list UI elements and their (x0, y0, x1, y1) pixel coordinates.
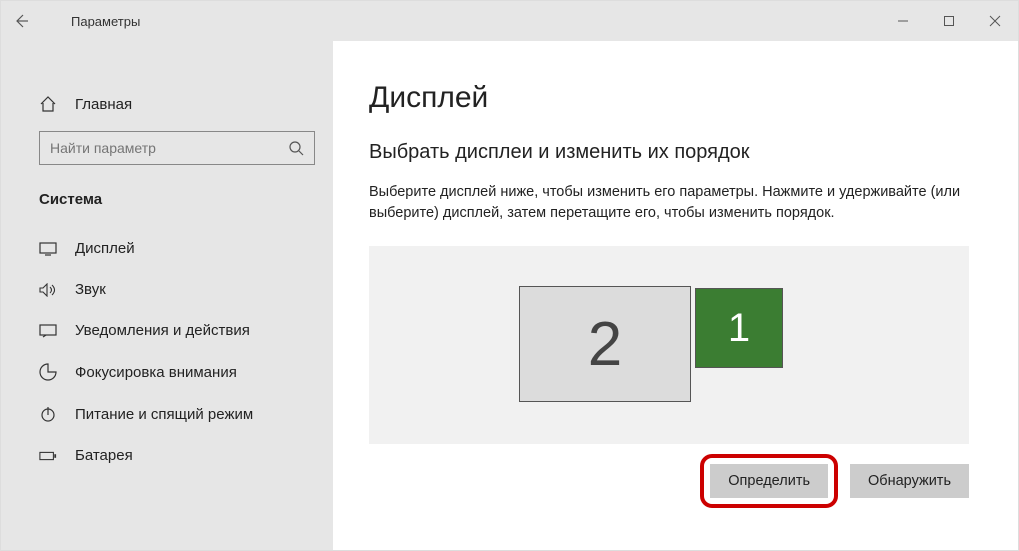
search-icon (288, 140, 304, 156)
minimize-icon (897, 15, 909, 27)
nav-label: Батарея (75, 447, 133, 464)
sidebar: Главная Система Дисплей Звук (1, 41, 333, 550)
arrow-left-icon (13, 13, 29, 29)
nav-label: Дисплей (75, 240, 135, 257)
highlight-annotation: Определить (700, 454, 838, 508)
nav-item-focus[interactable]: Фокусировка внимания (1, 351, 333, 393)
nav-item-battery[interactable]: Батарея (1, 435, 333, 476)
settings-window: Параметры Главная Си (0, 0, 1019, 551)
nav-item-power[interactable]: Питание и спящий режим (1, 393, 333, 435)
home-icon (39, 95, 57, 113)
nav-list: Дисплей Звук Уведомления и действия Фоку… (1, 228, 333, 476)
close-button[interactable] (972, 1, 1018, 41)
nav-label: Фокусировка внимания (75, 364, 237, 381)
nav-label: Уведомления и действия (75, 322, 250, 339)
detect-button[interactable]: Обнаружить (850, 464, 969, 498)
nav-item-notifications[interactable]: Уведомления и действия (1, 310, 333, 351)
focus-icon (39, 363, 57, 381)
monitor-1[interactable]: 1 (695, 288, 783, 368)
nav-label: Звук (75, 281, 106, 298)
section-label: Система (1, 173, 333, 218)
maximize-icon (943, 15, 955, 27)
maximize-button[interactable] (926, 1, 972, 41)
home-link[interactable]: Главная (1, 85, 333, 123)
display-icon (39, 242, 57, 256)
home-label: Главная (75, 96, 132, 113)
main-content: Дисплей Выбрать дисплеи и изменить их по… (333, 41, 1018, 550)
power-icon (39, 405, 57, 423)
monitor-2[interactable]: 2 (519, 286, 691, 402)
page-subheading: Выбрать дисплеи и изменить их порядок (369, 141, 982, 164)
minimize-button[interactable] (880, 1, 926, 41)
back-button[interactable] (1, 1, 41, 41)
nav-item-sound[interactable]: Звук (1, 269, 333, 310)
nav-label: Питание и спящий режим (75, 406, 253, 423)
display-arrangement-canvas[interactable]: 2 1 (369, 246, 969, 444)
titlebar: Параметры (1, 1, 1018, 41)
sound-icon (39, 283, 57, 297)
notifications-icon (39, 324, 57, 338)
button-row: Определить Обнаружить (369, 454, 969, 508)
close-icon (989, 15, 1001, 27)
search-field[interactable] (50, 140, 288, 156)
nav-item-display[interactable]: Дисплей (1, 228, 333, 269)
search-input[interactable] (39, 131, 315, 165)
page-heading: Дисплей (369, 81, 982, 115)
battery-icon (39, 450, 57, 462)
window-title: Параметры (71, 14, 140, 29)
page-description: Выберите дисплей ниже, чтобы изменить ег… (369, 182, 969, 224)
identify-button[interactable]: Определить (710, 464, 828, 498)
